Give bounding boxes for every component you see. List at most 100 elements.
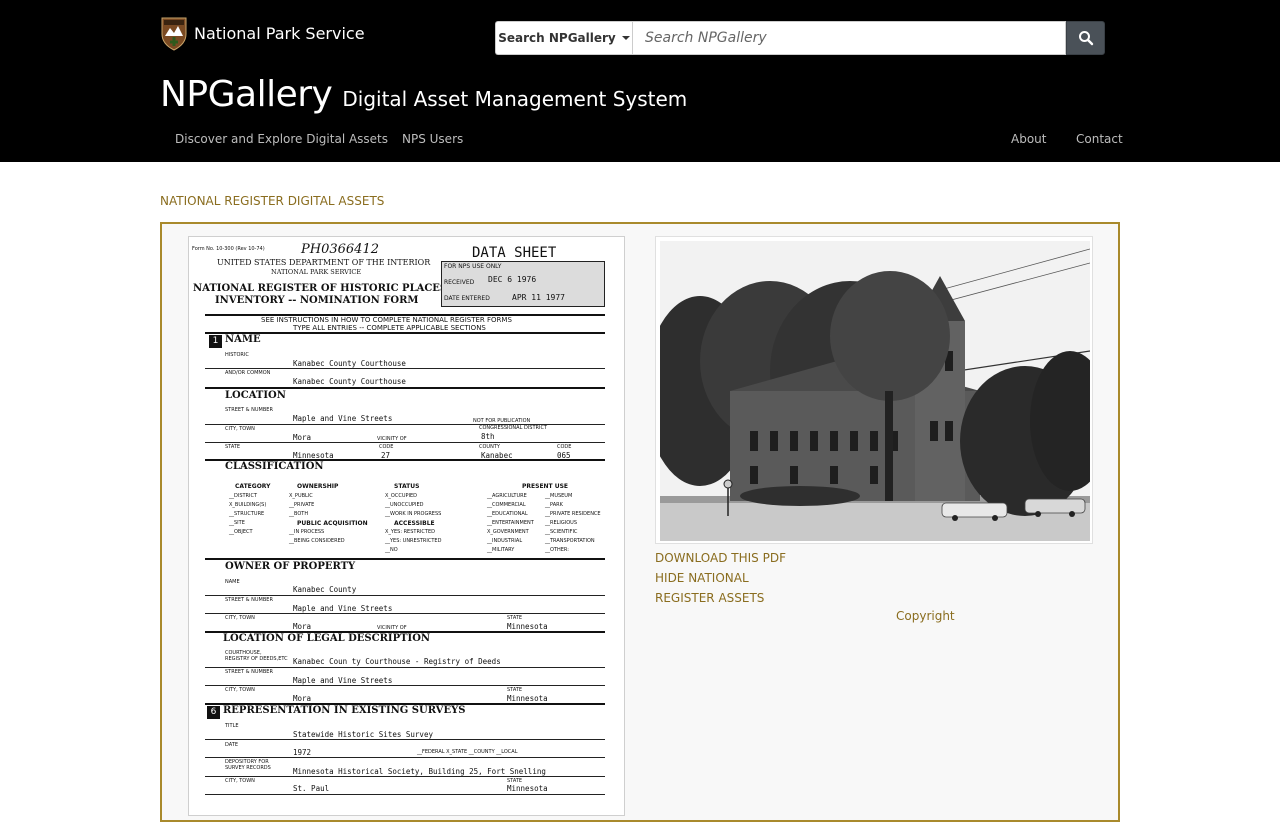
survey-city-label: CITY, TOWN [225,778,255,784]
use-item: __EDUCATIONAL [487,511,528,517]
use-item: __RELIGIOUS [545,520,578,526]
depository-label-2: SURVEY RECORDS [225,765,271,771]
entered-value: APR 11 1977 [512,293,565,302]
search-icon [1078,31,1093,46]
instructions-line-1: SEE INSTRUCTIONS IN HOW TO COMPLETE NATI… [261,316,512,324]
use-item: __MILITARY [487,547,515,553]
form-rule [205,739,605,740]
legal-street-label: STREET & NUMBER [225,669,273,675]
section-3-title: CLASSIFICATION [225,461,324,472]
accessible-heading: ACCESSIBLE [394,520,435,527]
download-pdf-link[interactable]: DOWNLOAD THIS PDF [655,548,786,568]
use-item: __PRIVATE RESIDENCE [545,511,601,517]
legal-state-label: STATE [507,687,523,693]
category-item: __DISTRICT [229,493,258,499]
section-6-number: 6 [207,706,220,719]
accessible-item: X_YES: RESTRICTED [385,529,435,535]
category-item: __OBJECT [229,529,253,535]
courthouse-value: Kanabec Coun ty Courthouse - Registry of… [293,657,501,666]
category-heading: CATEGORY [235,483,271,490]
state-code-label: CODE [379,444,394,450]
nomination-form-scan[interactable]: Form No. 10-300 (Rev 10-74) PH0366412 DA… [188,236,625,816]
county-label: COUNTY [479,444,500,450]
nav-contact[interactable]: Contact [1076,132,1123,146]
survey-city-value: St. Paul [293,784,330,793]
use-item: X_GOVERNMENT [487,529,529,535]
historic-value: Kanabec County Courthouse [293,359,406,368]
use-item: __INDUSTRIAL [487,538,523,544]
nps-brand-name: National Park Service [194,24,365,43]
caret-down-icon [621,36,630,40]
owner-street-value: Maple and Vine Streets [293,604,393,613]
search-scope-dropdown[interactable]: Search NPGallery [495,21,632,55]
acquisition-item: __IN PROCESS [289,529,325,535]
common-label: AND/OR COMMON [225,370,271,376]
legal-city-value: Mora [293,694,312,703]
received-value: DEC 6 1976 [488,275,537,284]
breadcrumb-national-register[interactable]: NATIONAL REGISTER DIGITAL ASSETS [160,194,384,208]
form-rule [205,757,605,758]
section-1-title: NAME [225,334,261,345]
section-4-title: OWNER OF PROPERTY [225,561,356,572]
accessible-item: __NO [385,547,398,553]
use-item: __SCIENTIFIC [545,529,578,535]
use-item: __AGRICULTURE [487,493,527,499]
nps-brand-link[interactable]: National Park Service [160,16,365,51]
site-title[interactable]: NPGallery Digital Asset Management Syste… [160,74,687,115]
handwritten-id: PH0366412 [301,242,379,257]
form-rule [205,776,605,777]
owner-name-value: Kanabec County [293,585,357,594]
form-rule [205,685,605,686]
owner-state-label: STATE [507,615,523,621]
nav-about[interactable]: About [1011,132,1046,146]
depository-value: Minnesota Historical Society, Building 2… [293,767,546,776]
search-button[interactable] [1066,21,1105,55]
owner-state-value: Minnesota [507,622,548,631]
survey-date-value: 1972 [293,748,312,757]
ownership-item: __PRIVATE [289,502,315,508]
received-label: RECEIVED [444,279,475,286]
use-item: __TRANSPORTATION [545,538,595,544]
asset-panel: Form No. 10-300 (Rev 10-74) PH0366412 DA… [160,222,1120,822]
owner-street-label: STREET & NUMBER [225,597,273,603]
hide-national-register-link-line1[interactable]: HIDE NATIONAL [655,568,786,588]
form-rule [205,442,605,443]
form-rule [205,558,605,560]
nps-arrowhead-icon [161,17,187,51]
copyright-link[interactable]: Copyright [896,609,955,623]
accessible-item: __YES: UNRESTRICTED [385,538,442,544]
state-label: STATE [225,444,241,450]
search-scope-label: Search NPGallery [498,31,616,45]
legal-street-value: Maple and Vine Streets [293,676,393,685]
use-item: __MUSEUM [545,493,573,499]
registry-label: REGISTRY OF DEEDS,ETC [225,656,288,662]
street-value: Maple and Vine Streets [293,414,393,423]
section-6-title: REPRESENTATION IN EXISTING SURVEYS [223,705,466,716]
search-bar: Search NPGallery [495,21,1105,55]
use-item: __PARK [545,502,563,508]
nps-use-stamp: FOR NPS USE ONLY RECEIVED DEC 6 1976 DAT… [441,261,605,307]
use-item: __COMMERCIAL [487,502,526,508]
street-label: STREET & NUMBER [225,407,273,413]
nav-nps-users[interactable]: NPS Users [402,132,463,146]
historic-label: HISTORIC [225,352,249,358]
courthouse-photo[interactable] [660,241,1090,541]
asset-links: DOWNLOAD THIS PDF HIDE NATIONAL REGISTER… [655,548,786,608]
service-name: NATIONAL PARK SERVICE [271,268,362,276]
search-input[interactable] [632,21,1066,55]
use-item: __ENTERTAINMENT [487,520,534,526]
form-rule [205,595,605,596]
form-rule [205,794,605,795]
survey-level: __FEDERAL X_STATE __COUNTY __LOCAL [417,749,518,755]
legal-state-value: Minnesota [507,694,548,703]
main-nav: Discover and Explore Digital Assets NPS … [0,132,1280,154]
status-heading: STATUS [394,483,420,490]
instructions-line-2: TYPE ALL ENTRIES -- COMPLETE APPLICABLE … [293,324,486,332]
county-code-label: CODE [557,444,572,450]
form-rule [205,667,605,668]
section-1-number: 1 [209,335,222,348]
use-item: __OTHER: [545,547,569,553]
nav-discover[interactable]: Discover and Explore Digital Assets [175,132,388,146]
city-value: Mora [293,433,312,442]
hide-national-register-link-line2[interactable]: REGISTER ASSETS [655,588,786,608]
